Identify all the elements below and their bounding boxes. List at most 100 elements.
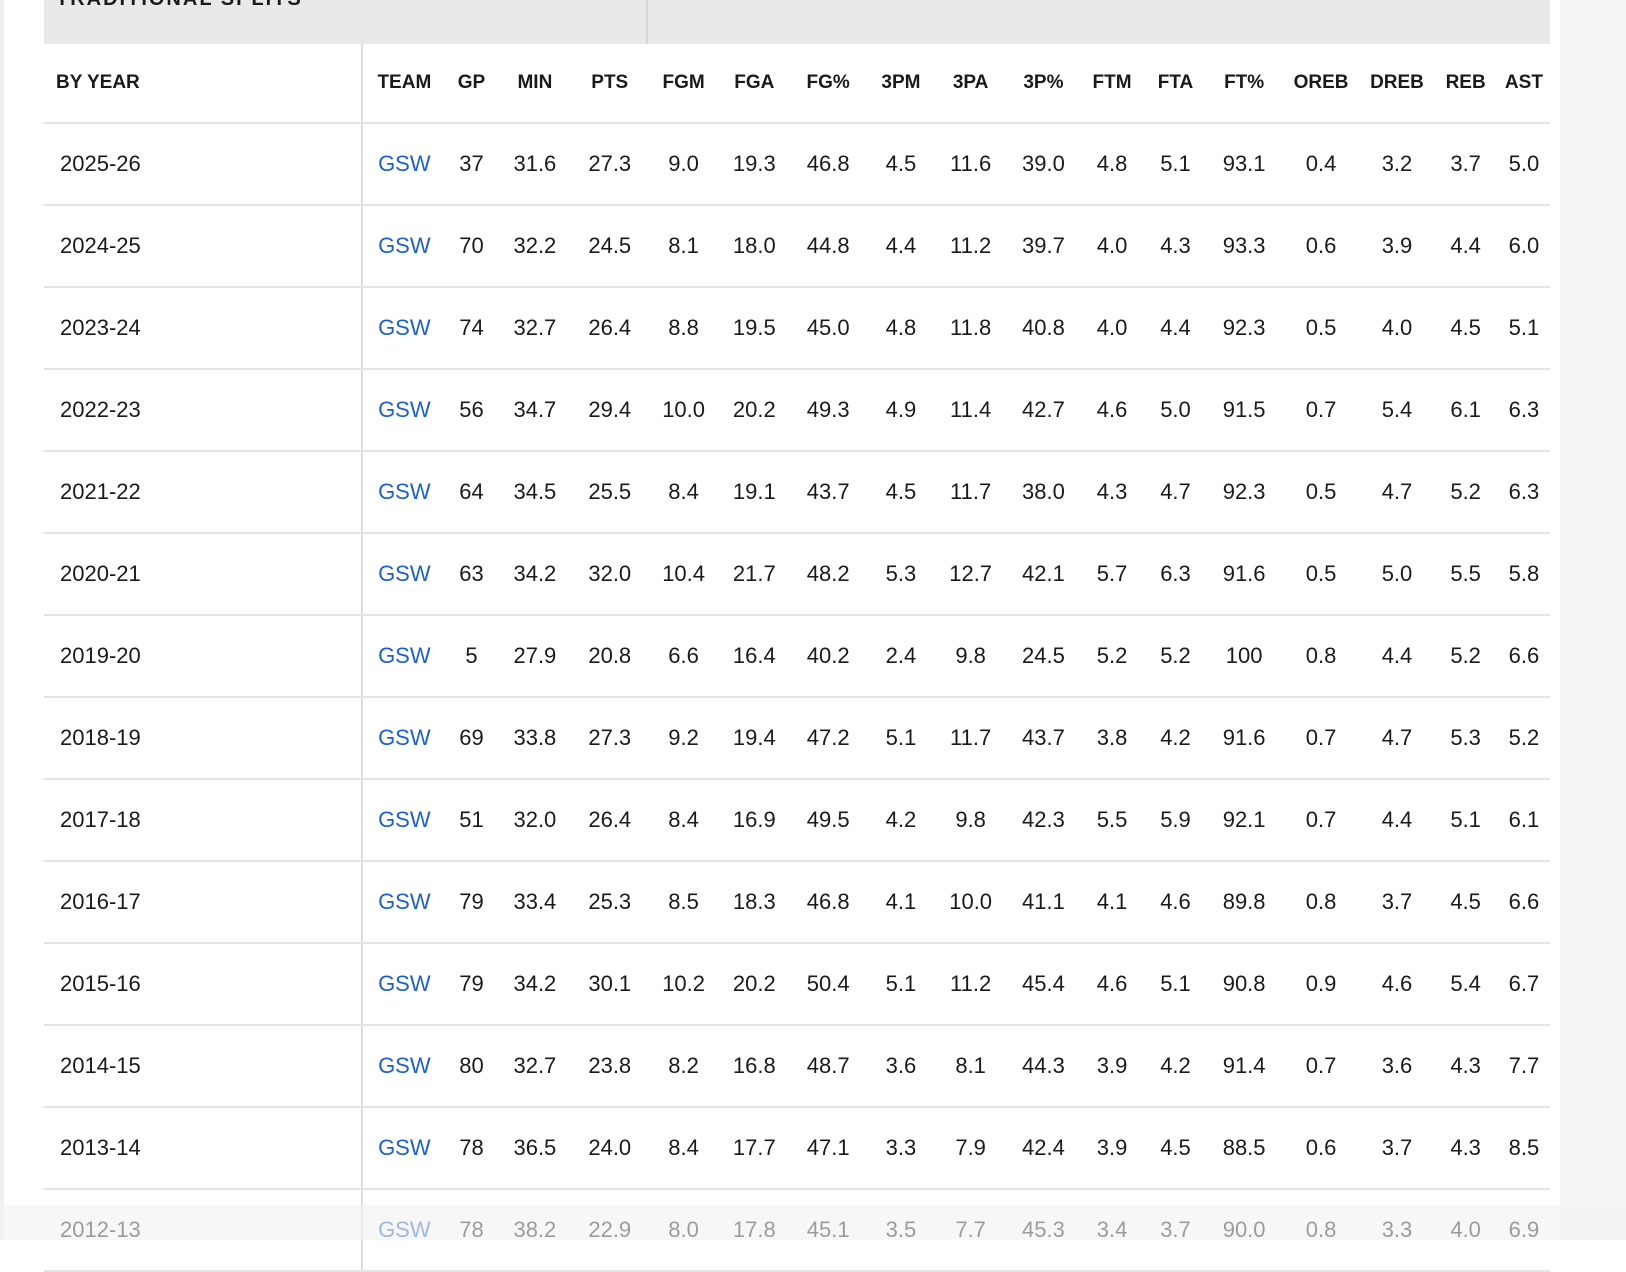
- team-link[interactable]: GSW: [361, 779, 446, 862]
- column-header-dreb[interactable]: DREB: [1360, 44, 1434, 124]
- stat-cell-min: 33.4: [497, 861, 573, 944]
- stat-cell-dreb: 4.4: [1360, 779, 1434, 862]
- section-header-divider: [646, 0, 648, 44]
- team-link[interactable]: GSW: [361, 943, 446, 1026]
- stat-cell-ft: 92.1: [1206, 779, 1282, 862]
- stat-cell-ast: 6.3: [1497, 451, 1550, 534]
- stat-cell-3pa: 12.7: [934, 533, 1008, 616]
- column-header-team[interactable]: TEAM: [361, 44, 446, 124]
- stat-cell-reb: 5.1: [1433, 779, 1498, 862]
- team-link[interactable]: GSW: [361, 697, 446, 780]
- team-link[interactable]: GSW: [361, 287, 446, 370]
- table-row: 2024-25 GSW 70 32.2 24.5 8.1 18.0 44.8 4.4 11.2 39…: [44, 205, 1550, 288]
- stat-cell-pts: 23.8: [572, 1025, 648, 1108]
- stat-cell-3pa: 9.8: [934, 779, 1008, 862]
- stat-cell-dreb: 3.7: [1360, 861, 1434, 944]
- column-header-fg[interactable]: FG%: [788, 44, 868, 124]
- stat-cell-fga: 16.8: [720, 1025, 789, 1108]
- stat-cell-ftm: 3.8: [1079, 697, 1145, 780]
- column-header-fga[interactable]: FGA: [720, 44, 789, 124]
- stat-cell-3pa: 11.4: [934, 369, 1008, 452]
- stat-cell-gp: 5: [445, 615, 498, 698]
- stat-cell-dreb: 3.2: [1360, 123, 1434, 206]
- column-header-ft[interactable]: FT%: [1206, 44, 1282, 124]
- stat-cell-dreb: 5.4: [1360, 369, 1434, 452]
- column-header-3p[interactable]: 3P%: [1007, 44, 1080, 124]
- team-link[interactable]: GSW: [361, 861, 446, 944]
- stat-cell-reb: 5.2: [1433, 451, 1498, 534]
- stat-cell-3p: 42.7: [1007, 369, 1080, 452]
- column-header-3pa[interactable]: 3PA: [934, 44, 1008, 124]
- stat-cell-dreb: 3.7: [1360, 1107, 1434, 1190]
- stat-cell-ft: 91.4: [1206, 1025, 1282, 1108]
- stat-cell-fgm: 8.4: [647, 451, 720, 534]
- stat-cell-oreb: 0.6: [1281, 1107, 1361, 1190]
- stat-cell-ftm: 3.9: [1079, 1107, 1145, 1190]
- stat-cell-oreb: 0.4: [1281, 123, 1361, 206]
- stat-cell-ast: 7.7: [1497, 1025, 1550, 1108]
- stat-cell-fta: 5.9: [1144, 779, 1207, 862]
- stat-cell-pts: 27.3: [572, 697, 648, 780]
- column-header-fgm[interactable]: FGM: [647, 44, 720, 124]
- table-header: BY YEAR TEAM GP MIN PTS FGM FGA FG% 3PM 3PA 3P% FTM…: [44, 44, 1550, 124]
- team-link[interactable]: GSW: [361, 451, 446, 534]
- stat-cell-min: 34.5: [497, 451, 573, 534]
- column-header-min[interactable]: MIN: [497, 44, 573, 124]
- stat-cell-fg: 50.4: [788, 943, 868, 1026]
- stat-cell-ast: 6.3: [1497, 369, 1550, 452]
- stat-cell-3pa: 11.7: [934, 697, 1008, 780]
- stat-cell-fgm: 9.0: [647, 123, 720, 206]
- stat-cell-3pa: 11.7: [934, 451, 1008, 534]
- season-cell: 2024-25: [44, 205, 363, 288]
- stat-cell-3pm: 4.2: [867, 779, 935, 862]
- column-header-by-year[interactable]: BY YEAR: [44, 44, 363, 124]
- team-link[interactable]: GSW: [361, 369, 446, 452]
- season-cell: 2022-23: [44, 369, 363, 452]
- stat-cell-gp: 63: [445, 533, 498, 616]
- team-link[interactable]: GSW: [361, 1025, 446, 1108]
- stat-cell-3pm: 4.8: [867, 287, 935, 370]
- stat-cell-oreb: 0.5: [1281, 287, 1361, 370]
- column-header-3pm[interactable]: 3PM: [867, 44, 935, 124]
- column-header-fta[interactable]: FTA: [1144, 44, 1207, 124]
- team-link[interactable]: GSW: [361, 123, 446, 206]
- stat-cell-3p: 42.1: [1007, 533, 1080, 616]
- stat-cell-fg: 45.0: [788, 287, 868, 370]
- stat-cell-fgm: 8.5: [647, 861, 720, 944]
- team-link[interactable]: GSW: [361, 533, 446, 616]
- stat-cell-oreb: 0.8: [1281, 861, 1361, 944]
- team-link[interactable]: GSW: [361, 615, 446, 698]
- stat-cell-min: 32.0: [497, 779, 573, 862]
- team-link[interactable]: GSW: [361, 205, 446, 288]
- stat-cell-fgm: 10.4: [647, 533, 720, 616]
- stat-cell-ast: 6.6: [1497, 615, 1550, 698]
- stat-cell-3pa: 11.6: [934, 123, 1008, 206]
- stat-cell-oreb: 0.9: [1281, 943, 1361, 1026]
- table-row: 2022-23 GSW 56 34.7 29.4 10.0 20.2 49.3 4.9 11.4 4…: [44, 369, 1550, 452]
- stat-cell-fg: 43.7: [788, 451, 868, 534]
- stat-cell-3p: 45.4: [1007, 943, 1080, 1026]
- column-header-ftm[interactable]: FTM: [1079, 44, 1145, 124]
- stat-cell-3pm: 4.9: [867, 369, 935, 452]
- stat-cell-gp: 70: [445, 205, 498, 288]
- stat-cell-oreb: 0.8: [1281, 615, 1361, 698]
- season-cell: 2021-22: [44, 451, 363, 534]
- column-header-pts[interactable]: PTS: [572, 44, 648, 124]
- column-header-ast[interactable]: AST: [1497, 44, 1550, 124]
- season-cell: 2018-19: [44, 697, 363, 780]
- column-header-gp[interactable]: GP: [445, 44, 498, 124]
- stat-cell-oreb: 0.5: [1281, 451, 1361, 534]
- season-cell: 2014-15: [44, 1025, 363, 1108]
- section-title: TRADITIONAL SPLITS: [56, 0, 303, 11]
- stat-cell-fg: 46.8: [788, 123, 868, 206]
- stat-cell-dreb: 4.6: [1360, 943, 1434, 1026]
- section-header: TRADITIONAL SPLITS: [44, 0, 1550, 44]
- table-row: 2017-18 GSW 51 32.0 26.4 8.4 16.9 49.5 4.2 9.8 42.…: [44, 779, 1550, 862]
- column-header-oreb[interactable]: OREB: [1281, 44, 1361, 124]
- stat-cell-ftm: 4.1: [1079, 861, 1145, 944]
- stat-cell-3pa: 11.8: [934, 287, 1008, 370]
- team-link[interactable]: GSW: [361, 1107, 446, 1190]
- stat-cell-ftm: 4.3: [1079, 451, 1145, 534]
- season-cell: 2015-16: [44, 943, 363, 1026]
- column-header-reb[interactable]: REB: [1433, 44, 1498, 124]
